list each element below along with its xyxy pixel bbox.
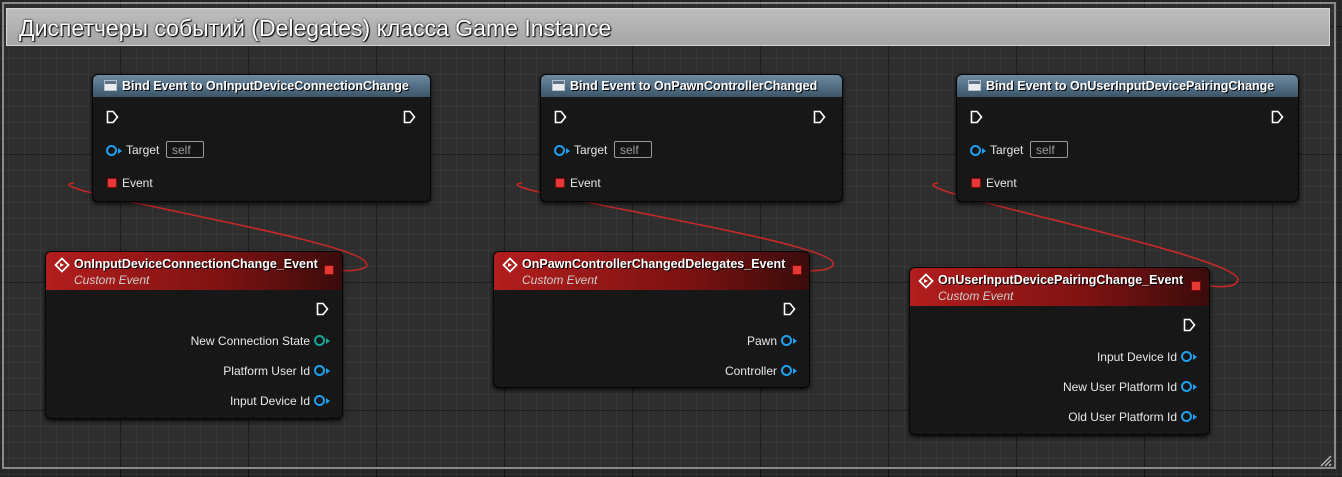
output-pin[interactable] <box>781 365 792 376</box>
pin-arrow-icon <box>326 338 330 344</box>
bind-event-node[interactable]: Bind Event to OnPawnControllerChanged Ta… <box>540 74 843 202</box>
target-label: Target <box>990 143 1024 157</box>
output-pin[interactable] <box>781 335 792 346</box>
event-delegate-out-pin[interactable] <box>324 265 334 275</box>
output-pin[interactable] <box>314 395 325 406</box>
node-subtitle: Custom Event <box>522 273 598 287</box>
function-icon <box>552 80 565 91</box>
pin-arrow-icon <box>566 148 570 154</box>
node-title: Bind Event to OnInputDeviceConnectionCha… <box>122 79 409 93</box>
output-label: Pawn <box>746 334 777 348</box>
pin-arrow-icon <box>793 338 797 344</box>
target-value-field[interactable]: self <box>166 141 204 158</box>
output-label: New User Platform Id <box>1062 380 1177 394</box>
event-delegate-pin[interactable] <box>971 178 981 188</box>
event-delegate-pin[interactable] <box>555 178 565 188</box>
custom-event-node[interactable]: OnUserInputDevicePairingChange_Event Cus… <box>909 267 1210 435</box>
node-title: OnUserInputDevicePairingChange_Event <box>938 273 1184 287</box>
output-label: Input Device Id <box>1096 350 1177 364</box>
exec-out-pin[interactable] <box>1271 110 1284 124</box>
exec-in-pin[interactable] <box>106 110 119 124</box>
resize-grip-icon[interactable] <box>1318 453 1332 467</box>
target-pin[interactable] <box>970 145 981 156</box>
function-icon <box>968 80 981 91</box>
node-title: OnInputDeviceConnectionChange_Event <box>74 257 318 271</box>
node-header[interactable]: Bind Event to OnPawnControllerChanged <box>541 75 842 97</box>
custom-event-node[interactable]: OnInputDeviceConnectionChange_Event Cust… <box>45 251 343 419</box>
pin-arrow-icon <box>1193 384 1197 390</box>
custom-event-node[interactable]: OnPawnControllerChangedDelegates_Event C… <box>493 251 810 388</box>
blueprint-graph-canvas[interactable]: Диспетчеры событий (Delegates) класса Ga… <box>0 0 1342 477</box>
node-title: Bind Event to OnPawnControllerChanged <box>570 79 818 93</box>
function-icon <box>104 80 117 91</box>
event-delegate-pin[interactable] <box>107 178 117 188</box>
exec-out-pin[interactable] <box>783 302 796 316</box>
node-title: OnPawnControllerChangedDelegates_Event <box>522 257 786 271</box>
exec-out-pin[interactable] <box>1183 318 1196 332</box>
node-header[interactable]: OnInputDeviceConnectionChange_Event Cust… <box>46 252 342 290</box>
target-pin[interactable] <box>106 145 117 156</box>
target-pin[interactable] <box>554 145 565 156</box>
exec-in-pin[interactable] <box>970 110 983 124</box>
pin-arrow-icon <box>1193 414 1197 420</box>
target-label: Target <box>126 143 160 157</box>
exec-in-pin[interactable] <box>554 110 567 124</box>
output-label: Input Device Id <box>229 394 310 408</box>
event-label: Event <box>986 176 1017 190</box>
event-diamond-icon <box>54 257 70 273</box>
exec-out-pin[interactable] <box>316 302 329 316</box>
pin-arrow-icon <box>982 148 986 154</box>
exec-out-pin[interactable] <box>403 110 416 124</box>
node-header[interactable]: Bind Event to OnInputDeviceConnectionCha… <box>93 75 430 97</box>
node-header[interactable]: OnUserInputDevicePairingChange_Event Cus… <box>910 268 1209 306</box>
output-pin[interactable] <box>1181 411 1192 422</box>
node-subtitle: Custom Event <box>74 273 150 287</box>
event-label: Event <box>122 176 153 190</box>
event-diamond-icon <box>918 273 934 289</box>
node-subtitle: Custom Event <box>938 289 1014 303</box>
target-value-field[interactable]: self <box>614 141 652 158</box>
output-label: New Connection State <box>190 334 310 348</box>
target-label: Target <box>574 143 608 157</box>
node-header[interactable]: OnPawnControllerChangedDelegates_Event C… <box>494 252 809 290</box>
event-delegate-out-pin[interactable] <box>1191 281 1201 291</box>
event-diamond-icon <box>502 257 518 273</box>
output-label: Old User Platform Id <box>1068 410 1177 424</box>
pin-arrow-icon <box>793 368 797 374</box>
output-label: Platform User Id <box>223 364 310 378</box>
bind-event-node[interactable]: Bind Event to OnUserInputDevicePairingCh… <box>956 74 1299 202</box>
output-pin[interactable] <box>314 335 325 346</box>
event-label: Event <box>570 176 601 190</box>
output-label: Controller <box>724 364 777 378</box>
output-pin[interactable] <box>1181 351 1192 362</box>
bind-event-node[interactable]: Bind Event to OnInputDeviceConnectionCha… <box>92 74 431 202</box>
pin-arrow-icon <box>1193 354 1197 360</box>
event-delegate-out-pin[interactable] <box>792 265 802 275</box>
node-title: Bind Event to OnUserInputDevicePairingCh… <box>986 79 1275 93</box>
exec-out-pin[interactable] <box>813 110 826 124</box>
target-value-field[interactable]: self <box>1030 141 1068 158</box>
output-pin[interactable] <box>314 365 325 376</box>
output-pin[interactable] <box>1181 381 1192 392</box>
pin-arrow-icon <box>326 398 330 404</box>
node-header[interactable]: Bind Event to OnUserInputDevicePairingCh… <box>957 75 1298 97</box>
pin-arrow-icon <box>326 368 330 374</box>
pin-arrow-icon <box>118 148 122 154</box>
